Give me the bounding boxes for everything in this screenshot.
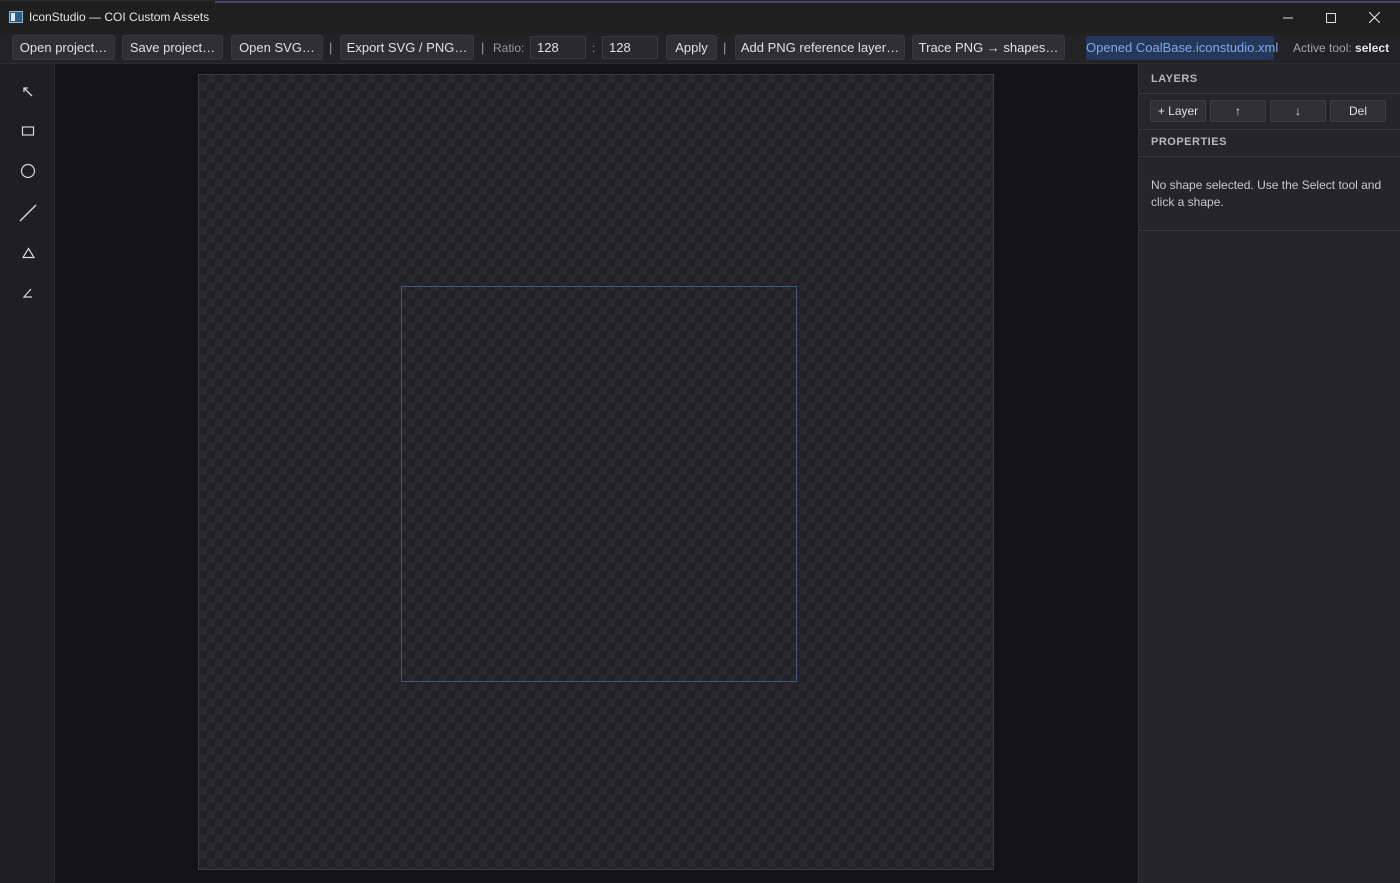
maximize-button[interactable] — [1309, 1, 1353, 34]
angle-tool[interactable] — [13, 278, 43, 308]
window-title: IconStudio — COI Custom Assets — [29, 10, 210, 24]
rectangle-tool[interactable] — [13, 116, 43, 146]
app-icon — [9, 11, 23, 23]
arrow-icon — [23, 87, 33, 97]
active-tool-indicator: Active tool: select — [1293, 41, 1389, 55]
trace-png-button[interactable]: Trace PNG → shapes… — [912, 35, 1065, 60]
ratio-height-input[interactable] — [602, 36, 658, 59]
panel-divider — [1139, 230, 1400, 231]
open-svg-button[interactable]: Open SVG… — [231, 35, 323, 60]
toolbar-separator: | — [481, 40, 485, 55]
open-project-button[interactable]: Open project… — [12, 35, 115, 60]
add-layer-button[interactable]: + Layer — [1150, 100, 1206, 122]
rectangle-icon — [21, 126, 35, 136]
title-accent-line — [215, 1, 1400, 3]
angle-icon — [22, 288, 32, 298]
apply-button[interactable]: Apply — [666, 35, 717, 60]
canvas-workspace[interactable] — [55, 64, 1138, 883]
panel-divider — [1139, 93, 1400, 94]
main-toolbar: Open project… Save project… Open SVG… | … — [0, 33, 1400, 64]
triangle-tool[interactable] — [13, 238, 43, 268]
minimize-icon — [1283, 17, 1293, 18]
toolbar-separator: | — [329, 40, 333, 55]
triangle-icon — [21, 247, 35, 259]
title-bar: IconStudio — COI Custom Assets — [0, 0, 1400, 33]
ellipse-tool[interactable] — [13, 156, 43, 186]
ratio-colon: : — [592, 41, 596, 55]
active-tool-label: Active tool: — [1293, 41, 1352, 55]
line-tool[interactable] — [13, 198, 43, 228]
ratio-label: Ratio: — [493, 41, 525, 55]
status-message: Opened CoalBase.iconstudio.xml — [1086, 36, 1278, 60]
move-layer-up-button[interactable]: ↑ — [1210, 100, 1266, 122]
line-icon — [19, 204, 37, 222]
panel-divider — [1139, 129, 1400, 130]
icon-bounds-guide — [401, 286, 797, 682]
ratio-width-input[interactable] — [530, 36, 586, 59]
active-tool-value: select — [1355, 41, 1390, 55]
export-button[interactable]: Export SVG / PNG… — [340, 35, 474, 60]
move-layer-down-button[interactable]: ↓ — [1270, 100, 1326, 122]
layers-heading: LAYERS — [1151, 73, 1198, 85]
panel-divider — [1139, 156, 1400, 157]
select-tool[interactable] — [13, 77, 43, 107]
delete-layer-button[interactable]: Del — [1330, 100, 1386, 122]
add-png-reference-button[interactable]: Add PNG reference layer… — [735, 35, 905, 60]
save-project-button[interactable]: Save project… — [122, 35, 223, 60]
artboard[interactable] — [198, 74, 994, 870]
tool-rail — [0, 64, 55, 883]
close-icon — [1368, 12, 1380, 23]
right-panel: LAYERS + Layer ↑ ↓ Del PROPERTIES No sha… — [1138, 64, 1400, 883]
circle-icon — [20, 163, 36, 179]
no-selection-message: No shape selected. Use the Select tool a… — [1151, 178, 1382, 209]
toolbar-separator: | — [723, 40, 727, 55]
minimize-button[interactable] — [1266, 1, 1310, 34]
maximize-icon — [1326, 12, 1336, 23]
close-button[interactable] — [1352, 1, 1396, 34]
properties-heading: PROPERTIES — [1151, 136, 1227, 148]
